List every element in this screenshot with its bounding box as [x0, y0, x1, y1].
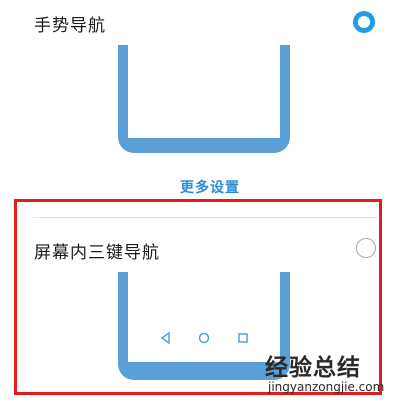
gesture-navigation-radio[interactable] [353, 11, 375, 33]
watermark-url: jingyanzongjie.com [268, 380, 385, 394]
gesture-navigation-label: 手势导航 [34, 16, 106, 36]
watermark-site-name: 经验总结 [265, 355, 361, 381]
more-settings-link[interactable]: 更多设置 [0, 177, 400, 197]
gesture-phone-illustration [118, 45, 290, 153]
